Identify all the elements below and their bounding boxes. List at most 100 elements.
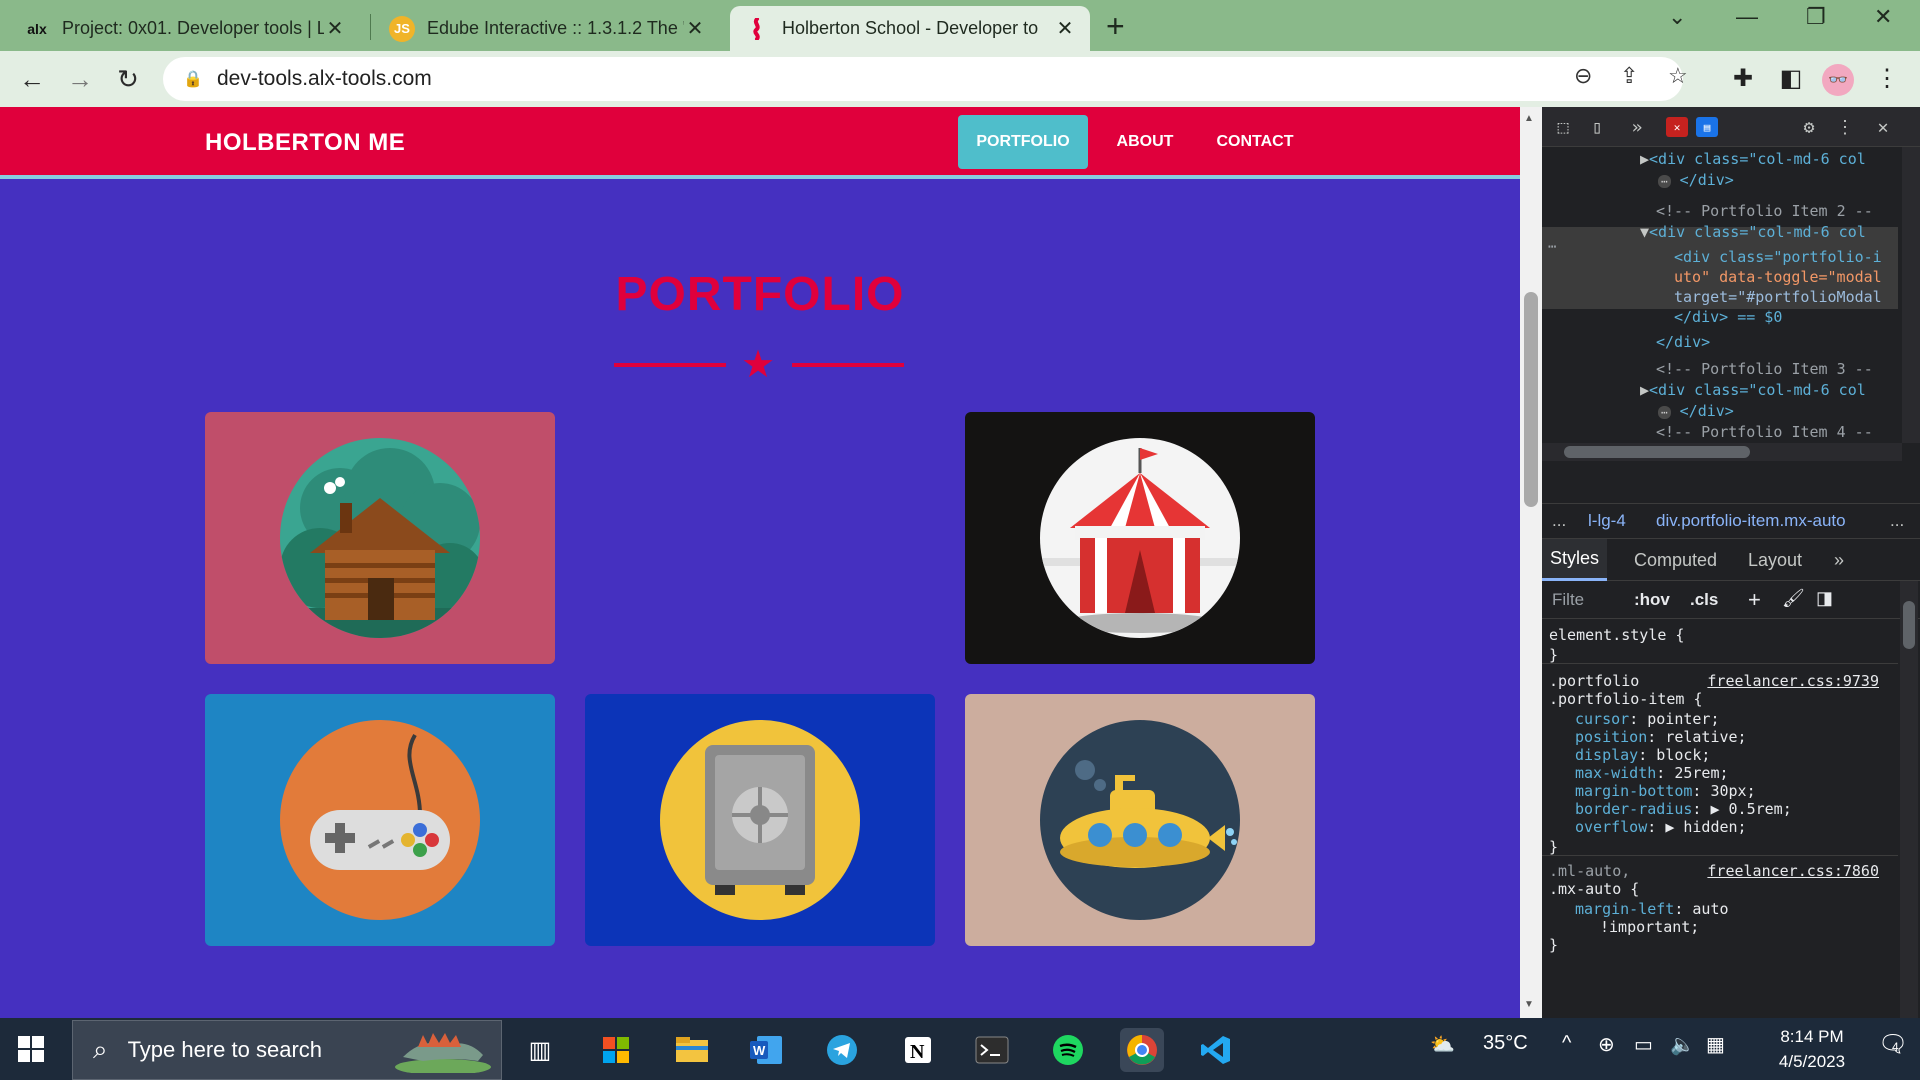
css-property[interactable]: margin-bottom: 30px; bbox=[1575, 781, 1756, 801]
portfolio-item-cabin[interactable] bbox=[205, 412, 555, 664]
filter-input[interactable]: Filte bbox=[1552, 590, 1584, 610]
windows-start-icon[interactable] bbox=[18, 1036, 44, 1062]
chrome-icon[interactable] bbox=[1120, 1028, 1164, 1072]
battery-icon[interactable]: ▭ bbox=[1634, 1032, 1653, 1057]
dom-line[interactable]: ▶<div class="col-md-6 col bbox=[1640, 149, 1866, 170]
scroll-thumb[interactable] bbox=[1524, 292, 1538, 507]
nav-about-link[interactable]: ABOUT bbox=[1100, 115, 1190, 169]
vscode-icon[interactable] bbox=[1194, 1028, 1238, 1072]
microsoft-store-icon[interactable] bbox=[594, 1028, 638, 1072]
dom-line-selected[interactable]: target="#portfolioModal bbox=[1674, 287, 1882, 308]
dom-line[interactable]: ▼<div class="col-md-6 col bbox=[1640, 222, 1866, 243]
inspect-element-icon[interactable]: ⬚ bbox=[1550, 115, 1576, 139]
dom-line[interactable]: ⋯ </div> bbox=[1658, 170, 1734, 191]
breadcrumb-ellipsis[interactable]: ... bbox=[1890, 511, 1904, 531]
styles-scrollbar[interactable] bbox=[1900, 581, 1918, 1018]
dom-line[interactable]: <!-- Portfolio Item 2 -- bbox=[1656, 201, 1873, 222]
css-property[interactable]: border-radius: ▶ 0.5rem; bbox=[1575, 799, 1792, 819]
scroll-up-icon[interactable]: ▲ bbox=[1524, 113, 1534, 124]
restore-icon[interactable]: ❐ bbox=[1806, 4, 1826, 30]
portfolio-item-safe[interactable] bbox=[585, 694, 935, 946]
css-property[interactable]: position: relative; bbox=[1575, 727, 1747, 747]
url-text[interactable]: dev-tools.alx-tools.com bbox=[207, 67, 432, 91]
breadcrumb-item-current[interactable]: div.portfolio-item.mx-auto bbox=[1656, 511, 1846, 531]
chrome-menu-icon[interactable]: ⋮ bbox=[1872, 63, 1902, 93]
more-tabs-icon[interactable]: » bbox=[1834, 539, 1844, 581]
rule-source-link[interactable]: freelancer.css:7860 bbox=[1542, 861, 1879, 881]
dom-line[interactable]: ▶<div class="col-md-6 col bbox=[1640, 380, 1866, 401]
dom-line[interactable]: <!-- Portfolio Item 3 -- bbox=[1656, 359, 1873, 380]
network-icon[interactable]: ▦ bbox=[1706, 1032, 1725, 1057]
portfolio-item-circus[interactable] bbox=[965, 412, 1315, 664]
browser-tab-holberton[interactable]: Holberton School - Developer to ✕ bbox=[730, 6, 1090, 51]
tab-search-chevron-icon[interactable]: ⌄ bbox=[1668, 4, 1686, 30]
styles-scroll-thumb[interactable] bbox=[1903, 601, 1915, 649]
settings-gear-icon[interactable]: ⚙ bbox=[1796, 115, 1822, 139]
task-view-icon[interactable]: ▥ bbox=[518, 1028, 562, 1072]
close-devtools-icon[interactable]: ✕ bbox=[1870, 115, 1896, 139]
element-style-rule[interactable]: element.style { bbox=[1549, 625, 1684, 645]
telegram-icon[interactable] bbox=[820, 1028, 864, 1072]
css-property[interactable]: margin-left: auto bbox=[1575, 899, 1729, 919]
css-property[interactable]: cursor: pointer; bbox=[1575, 709, 1720, 729]
close-tab-icon[interactable]: ✕ bbox=[684, 16, 706, 41]
dom-h-scroll-thumb[interactable] bbox=[1564, 446, 1750, 458]
site-brand[interactable]: HOLBERTON ME bbox=[205, 129, 405, 157]
file-explorer-icon[interactable] bbox=[670, 1028, 714, 1072]
forward-arrow-icon[interactable]: → bbox=[62, 61, 98, 97]
back-arrow-icon[interactable]: ← bbox=[14, 61, 50, 97]
devtools-menu-icon[interactable]: ⋮ bbox=[1832, 115, 1858, 139]
paint-brush-icon[interactable]: 🖌 bbox=[1782, 588, 1805, 609]
device-toolbar-icon[interactable]: ▯ bbox=[1584, 115, 1610, 139]
extensions-puzzle-icon[interactable]: ✚ bbox=[1728, 63, 1758, 93]
toggle-sidebar-icon[interactable]: ◨ bbox=[1816, 588, 1833, 609]
css-property[interactable]: max-width: 25rem; bbox=[1575, 763, 1729, 783]
dom-scrollbar[interactable] bbox=[1902, 147, 1920, 443]
rule-selector[interactable]: .portfolio-item { bbox=[1549, 689, 1703, 709]
profile-avatar[interactable]: 👓 bbox=[1822, 64, 1854, 96]
issues-badge-icon[interactable]: ▤ bbox=[1696, 117, 1718, 137]
portfolio-item-submarine[interactable] bbox=[965, 694, 1315, 946]
close-tab-icon[interactable]: ✕ bbox=[324, 16, 346, 41]
tab-layout[interactable]: Layout bbox=[1748, 539, 1802, 581]
breadcrumb-ellipsis[interactable]: ... bbox=[1552, 511, 1566, 531]
dom-line-selected[interactable]: uto" data-toggle="modal bbox=[1674, 267, 1882, 288]
browser-tab-alx[interactable]: alx Project: 0x01. Developer tools | L ✕ bbox=[10, 6, 360, 51]
dom-ellipsis-icon[interactable]: ⋯ bbox=[1548, 239, 1556, 255]
temperature-text[interactable]: 35°C bbox=[1483, 1032, 1528, 1055]
rule-selector[interactable]: .mx-auto { bbox=[1549, 879, 1639, 899]
spotify-icon[interactable] bbox=[1046, 1028, 1090, 1072]
dom-h-scrollbar[interactable] bbox=[1542, 443, 1902, 461]
dom-line[interactable]: </div> bbox=[1656, 332, 1710, 353]
zoom-out-icon[interactable]: ⊖ bbox=[1574, 63, 1592, 89]
cls-toggle[interactable]: .cls bbox=[1690, 590, 1718, 610]
breadcrumb-item[interactable]: l-lg-4 bbox=[1588, 511, 1626, 531]
share-icon[interactable]: ⇪ bbox=[1620, 63, 1638, 89]
nav-portfolio-link[interactable]: PORTFOLIO bbox=[958, 115, 1088, 169]
minimize-icon[interactable]: — bbox=[1736, 4, 1758, 30]
page-scrollbar[interactable]: ▲ ▼ bbox=[1520, 107, 1542, 1018]
new-rule-icon[interactable]: + bbox=[1748, 587, 1761, 613]
portfolio-item-game[interactable] bbox=[205, 694, 555, 946]
taskbar-clock[interactable]: 8:14 PM 4/5/2023 bbox=[1752, 1024, 1872, 1074]
close-window-icon[interactable]: ✕ bbox=[1874, 4, 1892, 30]
taskbar-search-box[interactable]: ⌕ Type here to search bbox=[72, 1020, 502, 1080]
browser-tab-edube[interactable]: JS Edube Interactive :: 1.3.1.2 The "H ✕ bbox=[375, 6, 720, 51]
close-tab-icon[interactable]: ✕ bbox=[1054, 16, 1076, 41]
more-tabs-icon[interactable]: » bbox=[1624, 115, 1650, 139]
new-tab-icon[interactable]: + bbox=[1106, 8, 1125, 45]
notion-icon[interactable]: N bbox=[896, 1028, 940, 1072]
tab-computed[interactable]: Computed bbox=[1634, 539, 1717, 581]
weather-icon[interactable]: ⛅ bbox=[1430, 1032, 1455, 1057]
address-bar[interactable]: 🔒 dev-tools.alx-tools.com bbox=[163, 57, 1683, 101]
dom-line[interactable]: <!-- Portfolio Item 4 -- bbox=[1656, 422, 1873, 443]
side-panel-icon[interactable]: ◧ bbox=[1776, 63, 1806, 93]
css-property[interactable]: display: block; bbox=[1575, 745, 1710, 765]
notification-center-icon[interactable]: 🗨 4 bbox=[1878, 1030, 1908, 1059]
bookmark-star-icon[interactable]: ☆ bbox=[1668, 63, 1688, 89]
nav-contact-link[interactable]: CONTACT bbox=[1200, 115, 1310, 169]
tab-styles[interactable]: Styles bbox=[1542, 539, 1608, 581]
dom-line-selected[interactable]: </div> == $0 bbox=[1674, 307, 1782, 328]
rule-source-link[interactable]: freelancer.css:9739 bbox=[1542, 671, 1879, 691]
volume-icon[interactable]: 🔈 bbox=[1670, 1032, 1695, 1057]
